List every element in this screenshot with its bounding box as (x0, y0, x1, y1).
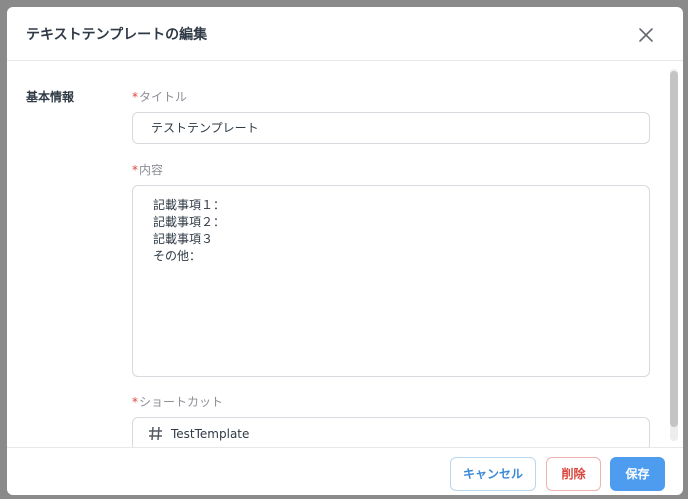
modal-footer: キャンセル 削除 保存 (7, 447, 683, 495)
modal-body[interactable]: 基本情報 *タイトル テストテンプレート *内容 記載事項１： 記載事項２： 記… (7, 62, 683, 447)
content-line: 記載事項２： (153, 215, 226, 229)
content-line: 記載事項１： (153, 198, 226, 212)
hash-icon (149, 426, 162, 441)
content-line: その他： (153, 249, 202, 263)
title-label-text: タイトル (139, 90, 188, 104)
cancel-button[interactable]: キャンセル (450, 457, 536, 491)
save-button[interactable]: 保存 (610, 457, 665, 491)
edit-template-modal: テキストテンプレートの編集 基本情報 *タイトル テストテンプレート *内容 記… (7, 7, 683, 495)
close-icon (639, 28, 653, 42)
modal-header: テキストテンプレートの編集 (7, 7, 683, 61)
content-textarea[interactable]: 記載事項１： 記載事項２： 記載事項３ その他： (132, 185, 650, 377)
shortcut-label: *ショートカット (132, 393, 223, 410)
content-label-text: 内容 (139, 163, 164, 177)
required-mark: * (132, 163, 138, 177)
delete-button[interactable]: 削除 (546, 457, 601, 491)
content-label: *内容 (132, 161, 163, 178)
title-input[interactable]: テストテンプレート (132, 112, 650, 144)
shortcut-input[interactable]: TestTemplate (132, 417, 650, 447)
modal-title: テキストテンプレートの編集 (26, 27, 208, 43)
required-mark: * (132, 90, 138, 104)
close-button[interactable] (635, 24, 657, 46)
required-mark: * (132, 395, 138, 409)
shortcut-value: TestTemplate (171, 427, 250, 441)
section-label: 基本情報 (26, 90, 75, 104)
content-line: 記載事項３ (153, 232, 214, 246)
scrollbar-thumb[interactable] (670, 71, 678, 427)
title-label: *タイトル (132, 88, 187, 105)
shortcut-label-text: ショートカット (139, 395, 224, 409)
